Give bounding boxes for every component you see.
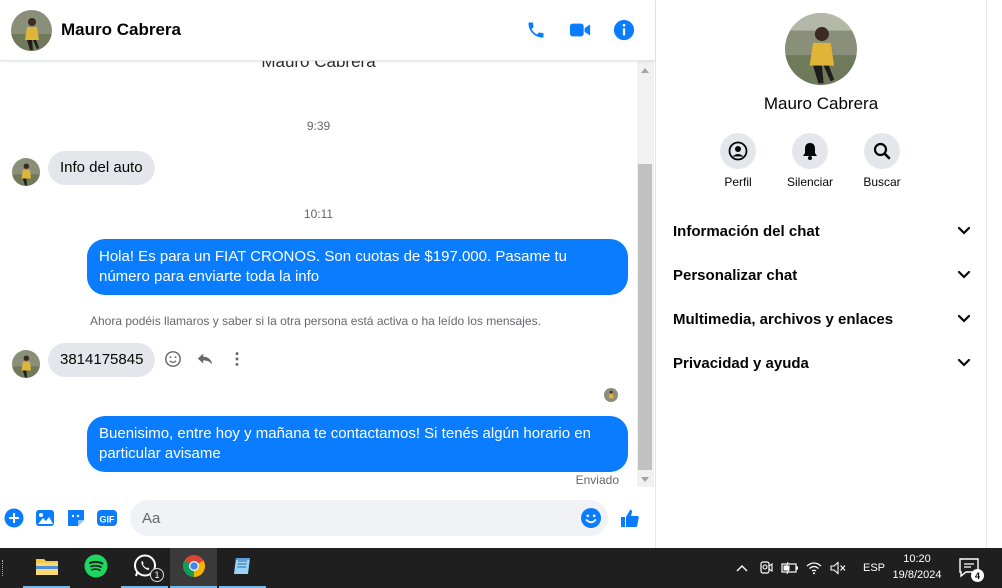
sender-avatar[interactable]	[12, 158, 40, 186]
composer-tools: GIF	[3, 507, 118, 529]
info-sections: Información del chat Personalizar chat M…	[664, 209, 980, 385]
conversation-title: Mauro Cabrera	[261, 61, 376, 71]
timestamp: 10:11	[303, 207, 334, 221]
language-indicator[interactable]: ESP	[863, 562, 885, 574]
search-icon	[864, 133, 900, 169]
battery-icon[interactable]	[781, 559, 799, 577]
incoming-message[interactable]: 3814175845	[48, 343, 156, 377]
taskbar: 1 ESP 10:20 19/8/2024 4	[0, 548, 1002, 588]
spotify-icon	[84, 554, 108, 583]
contact-name[interactable]: Mauro Cabrera	[61, 20, 181, 40]
svg-text:GIF: GIF	[100, 515, 116, 525]
taskbar-clock[interactable]: 10:20 19/8/2024	[886, 551, 948, 583]
profile-button[interactable]: Perfil	[720, 133, 756, 189]
video-camera-icon[interactable]	[569, 19, 591, 41]
clock-date: 19/8/2024	[892, 569, 942, 581]
info-icon[interactable]	[613, 19, 635, 41]
taskbar-chrome[interactable]	[170, 548, 217, 588]
composer: GIF	[0, 497, 655, 539]
section-customize-chat[interactable]: Personalizar chat	[664, 253, 980, 297]
sticker-icon[interactable]	[65, 507, 87, 529]
timestamp: 9:39	[306, 119, 331, 133]
sent-status: Enviado	[575, 473, 619, 487]
meet-now-icon[interactable]	[757, 559, 775, 577]
mute-label: Silenciar	[786, 175, 834, 189]
message-scrollbar[interactable]	[637, 61, 654, 487]
chevron-down-icon	[957, 355, 971, 372]
scroll-up-arrow[interactable]	[641, 68, 649, 73]
reply-icon[interactable]	[194, 348, 216, 370]
incoming-message[interactable]: Info del auto	[48, 151, 155, 185]
chat-header: Mauro Cabrera	[0, 0, 655, 61]
contact-avatar[interactable]	[11, 9, 52, 51]
wifi-icon[interactable]	[805, 559, 823, 577]
phone-icon[interactable]	[525, 19, 547, 41]
mute-button[interactable]: Silenciar	[787, 133, 833, 189]
bell-icon	[792, 133, 828, 169]
chevron-down-icon	[957, 311, 971, 328]
plus-icon[interactable]	[3, 507, 25, 529]
gif-icon[interactable]: GIF	[96, 507, 118, 529]
profile-avatar[interactable]	[785, 13, 857, 85]
section-label: Personalizar chat	[673, 266, 798, 284]
chevron-up-icon[interactable]	[733, 559, 751, 577]
message-actions	[162, 348, 248, 370]
profile-icon	[720, 133, 756, 169]
chevron-down-icon	[957, 223, 971, 240]
taskbar-file-explorer[interactable]	[23, 548, 70, 588]
profile-actions: Perfil Silenciar Buscar	[720, 133, 901, 189]
seen-avatar	[604, 388, 618, 402]
gallery-icon[interactable]	[34, 507, 56, 529]
conversation-info-pane: Mauro Cabrera Perfil Silenciar Buscar In…	[656, 0, 986, 548]
folder-icon	[35, 556, 59, 581]
taskbar-whatsapp[interactable]: 1	[121, 548, 168, 588]
search-button[interactable]: Buscar	[863, 133, 901, 189]
system-note: Ahora podéis llamaros y saber si la otra…	[90, 314, 541, 328]
section-media-files-links[interactable]: Multimedia, archivos y enlaces	[664, 297, 980, 341]
section-label: Información del chat	[673, 222, 820, 240]
section-label: Privacidad y ayuda	[673, 354, 809, 372]
scroll-down-arrow[interactable]	[641, 477, 649, 482]
message-list[interactable]: Mauro Cabrera 9:39 Info del auto 10:11 H…	[0, 61, 637, 487]
chevron-down-icon	[957, 267, 971, 284]
section-chat-info[interactable]: Información del chat	[664, 209, 980, 253]
notepad-icon	[231, 554, 255, 583]
page-scrollbar[interactable]	[986, 0, 1002, 548]
notification-count: 4	[971, 569, 984, 582]
section-privacy-help[interactable]: Privacidad y ayuda	[664, 341, 980, 385]
header-actions	[525, 19, 635, 41]
taskbar-notepad[interactable]	[219, 548, 266, 588]
notification-center-button[interactable]: 4	[958, 556, 984, 582]
sender-avatar[interactable]	[12, 350, 40, 378]
message-input[interactable]	[130, 500, 550, 536]
chrome-icon	[182, 554, 206, 583]
search-label: Buscar	[863, 175, 901, 189]
react-icon[interactable]	[162, 348, 184, 370]
outgoing-message[interactable]: Buenisimo, entre hoy y mañana te contact…	[87, 416, 628, 472]
clock-time: 10:20	[903, 553, 931, 565]
taskbar-spotify[interactable]	[72, 548, 119, 588]
scroll-thumb[interactable]	[638, 164, 652, 470]
whatsapp-badge: 1	[150, 568, 164, 582]
section-label: Multimedia, archivos y enlaces	[673, 310, 894, 328]
profile-name: Mauro Cabrera	[763, 94, 879, 113]
system-tray: ESP	[733, 548, 885, 588]
chat-pane: Mauro Cabrera Mauro Cabrera 9:39 Info de…	[0, 0, 656, 548]
volume-muted-icon[interactable]	[829, 559, 847, 577]
outgoing-message[interactable]: Hola! Es para un FIAT CRONOS. Son cuotas…	[87, 239, 628, 295]
profile-label: Perfil	[724, 175, 752, 189]
taskbar-grip	[2, 560, 5, 576]
more-icon[interactable]	[226, 348, 248, 370]
emoji-icon[interactable]	[580, 507, 602, 529]
like-icon[interactable]	[619, 507, 641, 529]
message-input-wrap	[130, 500, 608, 536]
